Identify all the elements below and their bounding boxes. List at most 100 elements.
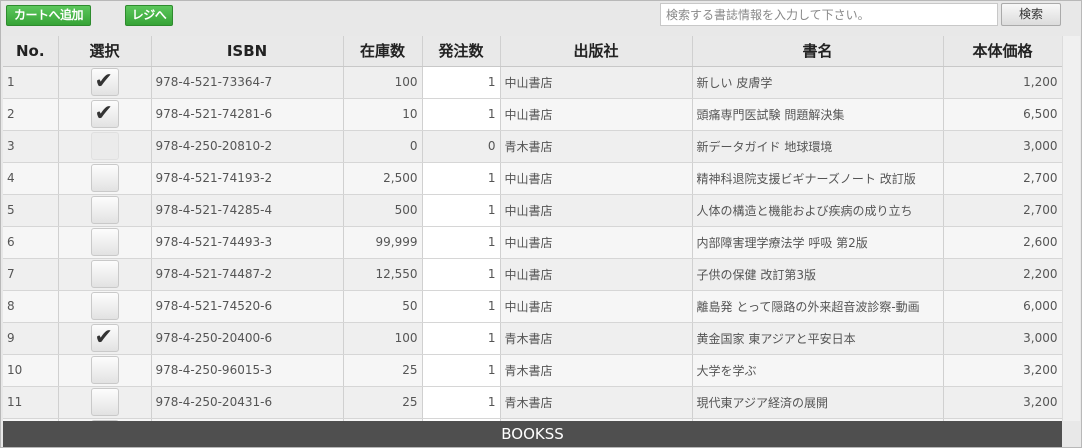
table-row[interactable]: 8 978-4-521-74520-6 50 1 中山書店 離島発 とって隠路の外来超音波… xyxy=(3,290,1062,323)
order-qty-input[interactable]: 0 xyxy=(422,130,501,163)
stock-cell: 12,550 xyxy=(343,258,423,291)
isbn-cell: 978-4-521-74281-6 xyxy=(151,98,344,131)
stock-cell: 100 xyxy=(343,322,423,355)
publisher-cell: 青木書店 xyxy=(500,322,693,355)
column-header-select[interactable]: 選択 xyxy=(58,36,152,67)
column-header-publisher[interactable]: 出版社 xyxy=(500,36,693,67)
row-number: 1 xyxy=(3,66,59,99)
isbn-cell: 978-4-521-74493-3 xyxy=(151,226,344,259)
footer-bar: BOOKSS xyxy=(3,421,1062,447)
isbn-cell: 978-4-250-20431-6 xyxy=(151,386,344,419)
go-to-register-button[interactable]: レジへ xyxy=(125,5,173,26)
order-qty-input[interactable]: 1 xyxy=(422,66,501,99)
select-cell: ✔ xyxy=(58,98,152,131)
select-checkbox[interactable] xyxy=(90,292,119,320)
table-row[interactable]: 10 978-4-250-96015-3 25 1 青木書店 大学を学ぶ 3,200 xyxy=(3,354,1062,387)
row-number: 5 xyxy=(3,194,59,227)
isbn-cell: 978-4-521-74487-2 xyxy=(151,258,344,291)
publisher-cell: 青木書店 xyxy=(500,386,693,419)
publisher-cell: 中山書店 xyxy=(500,98,693,131)
isbn-cell: 978-4-521-73364-7 xyxy=(151,66,344,99)
select-checkbox[interactable] xyxy=(90,260,119,288)
isbn-cell: 978-4-521-74285-4 xyxy=(151,194,344,227)
vertical-scrollbar[interactable] xyxy=(1062,36,1080,421)
order-qty-input[interactable]: 1 xyxy=(422,290,501,323)
table-row[interactable]: 7 978-4-521-74487-2 12,550 1 中山書店 子供の保健 改訂第3版… xyxy=(3,258,1062,291)
publisher-cell: 中山書店 xyxy=(500,226,693,259)
select-checkbox[interactable] xyxy=(90,164,119,192)
select-checkbox[interactable] xyxy=(90,228,119,256)
title-cell: 大学を学ぶ xyxy=(692,354,944,387)
search-input[interactable] xyxy=(660,3,998,26)
publisher-cell: 中山書店 xyxy=(500,66,693,99)
stock-cell: 2,500 xyxy=(343,162,423,195)
column-header-isbn[interactable]: ISBN xyxy=(151,36,344,67)
price-cell: 1,200 xyxy=(943,66,1062,99)
table-row[interactable]: 5 978-4-521-74285-4 500 1 中山書店 人体の構造と機能および疾病の… xyxy=(3,194,1062,227)
order-qty-input[interactable]: 1 xyxy=(422,322,501,355)
row-number: 4 xyxy=(3,162,59,195)
select-cell xyxy=(58,354,152,387)
select-checkbox[interactable] xyxy=(90,388,119,416)
isbn-cell: 978-4-250-20810-2 xyxy=(151,130,344,163)
search-button[interactable]: 検索 xyxy=(1001,3,1061,26)
order-qty-input[interactable]: 1 xyxy=(422,258,501,291)
row-number: 2 xyxy=(3,98,59,131)
row-number: 9 xyxy=(3,322,59,355)
app-window: カートへ追加 レジへ 検索 No. 選択 ISBN 在庫数 xyxy=(0,0,1082,448)
column-header-order-qty[interactable]: 発注数 xyxy=(422,36,501,67)
price-cell: 2,700 xyxy=(943,194,1062,227)
column-header-price[interactable]: 本体価格 xyxy=(943,36,1062,67)
table-row[interactable]: 11 978-4-250-20431-6 25 1 青木書店 現代東アジア経済の展開 3,2… xyxy=(3,386,1062,419)
row-number: 7 xyxy=(3,258,59,291)
checkmark-icon: ✔ xyxy=(94,101,113,126)
table-row[interactable]: 1 ✔ 978-4-521-73364-7 100 1 中山書店 新しい 皮膚学 1,200 xyxy=(3,66,1062,99)
select-cell xyxy=(58,130,152,163)
select-cell xyxy=(58,162,152,195)
stock-cell: 10 xyxy=(343,98,423,131)
order-qty-input[interactable]: 1 xyxy=(422,162,501,195)
row-number: 11 xyxy=(3,386,59,419)
price-cell: 2,700 xyxy=(943,162,1062,195)
select-checkbox[interactable]: ✔ xyxy=(90,68,119,96)
table-row[interactable]: 6 978-4-521-74493-3 99,999 1 中山書店 内部障害理学療法学 呼… xyxy=(3,226,1062,259)
price-cell: 3,000 xyxy=(943,322,1062,355)
price-cell: 2,600 xyxy=(943,226,1062,259)
select-cell xyxy=(58,386,152,419)
stock-cell: 100 xyxy=(343,66,423,99)
select-checkbox[interactable]: ✔ xyxy=(90,100,119,128)
table-row[interactable]: 2 ✔ 978-4-521-74281-6 10 1 中山書店 頭痛専門医試験 問題解決集 6… xyxy=(3,98,1062,131)
order-qty-input[interactable]: 1 xyxy=(422,226,501,259)
order-qty-input[interactable]: 1 xyxy=(422,98,501,131)
order-qty-input[interactable]: 1 xyxy=(422,354,501,387)
stock-cell: 0 xyxy=(343,130,423,163)
select-cell xyxy=(58,290,152,323)
table-body: 1 ✔ 978-4-521-73364-7 100 1 中山書店 新しい 皮膚学 1,200 2… xyxy=(3,66,1062,421)
publisher-cell: 中山書店 xyxy=(500,194,693,227)
title-cell: 精神科退院支援ビギナーズノート 改訂版 xyxy=(692,162,944,195)
stock-cell: 25 xyxy=(343,386,423,419)
title-cell: 内部障害理学療法学 呼吸 第2版 xyxy=(692,226,944,259)
isbn-cell: 978-4-250-96015-3 xyxy=(151,354,344,387)
add-to-cart-button[interactable]: カートへ追加 xyxy=(6,5,91,26)
column-header-stock[interactable]: 在庫数 xyxy=(343,36,423,67)
row-number: 6 xyxy=(3,226,59,259)
publisher-cell: 青木書店 xyxy=(500,354,693,387)
select-cell xyxy=(58,258,152,291)
table-row[interactable]: 4 978-4-521-74193-2 2,500 1 中山書店 精神科退院支援ビギナーズ… xyxy=(3,162,1062,195)
title-cell: 新データガイド 地球環境 xyxy=(692,130,944,163)
price-cell: 2,200 xyxy=(943,258,1062,291)
select-cell: ✔ xyxy=(58,322,152,355)
table-row[interactable]: 3 978-4-250-20810-2 0 0 青木書店 新データガイド 地球環境 3,00… xyxy=(3,130,1062,163)
column-header-no[interactable]: No. xyxy=(3,36,59,67)
order-qty-input[interactable]: 1 xyxy=(422,386,501,419)
select-checkbox[interactable] xyxy=(90,196,119,224)
select-checkbox[interactable]: ✔ xyxy=(90,324,119,352)
table-row[interactable]: 9 ✔ 978-4-250-20400-6 100 1 青木書店 黄金国家 東アジアと平安日… xyxy=(3,322,1062,355)
order-qty-input[interactable]: 1 xyxy=(422,194,501,227)
title-cell: 現代東アジア経済の展開 xyxy=(692,386,944,419)
select-cell: ✔ xyxy=(58,66,152,99)
checkmark-icon: ✔ xyxy=(94,325,113,350)
column-header-title[interactable]: 書名 xyxy=(692,36,944,67)
select-checkbox[interactable] xyxy=(90,356,119,384)
